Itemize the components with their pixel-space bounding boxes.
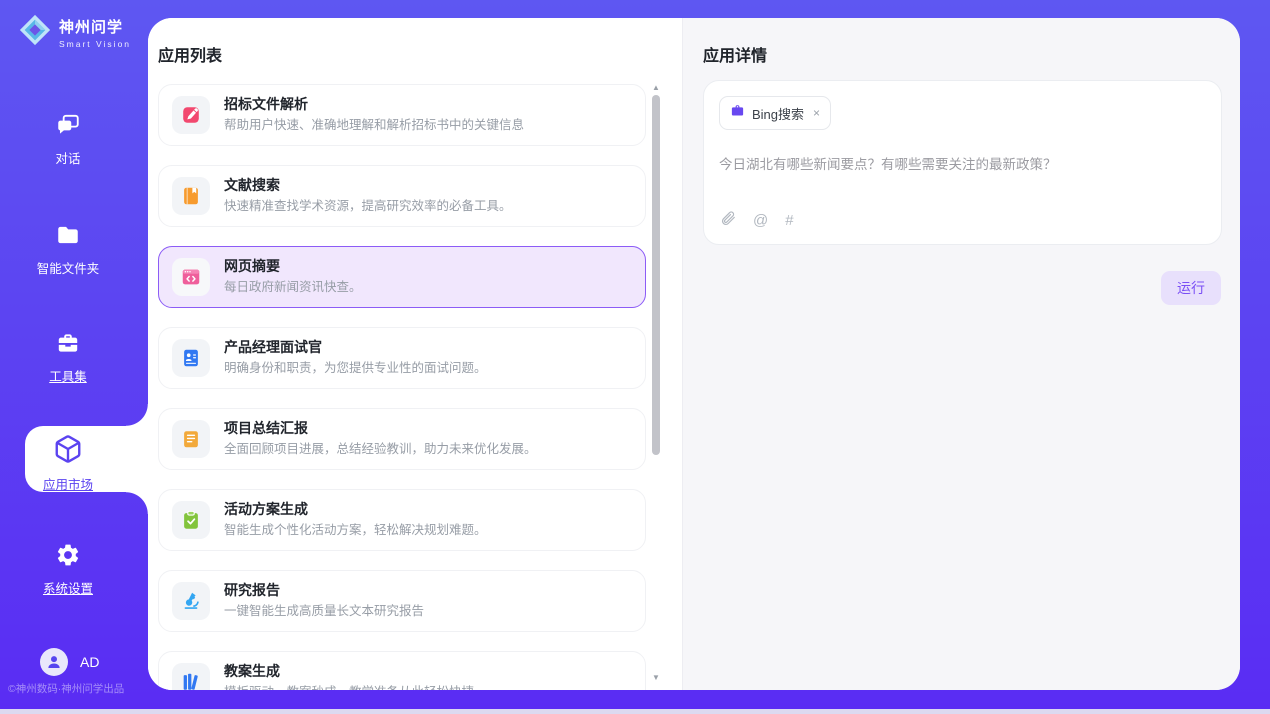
gem-diamond-logo-icon [18, 13, 52, 52]
app-card-title: 招标文件解析 [224, 96, 524, 114]
sidebar-item-chat[interactable]: 对话 [0, 112, 136, 167]
tool-chip-bing-search[interactable]: Bing搜索 × [719, 96, 831, 130]
briefcase-icon [730, 103, 745, 123]
copyright-footer: ©神州数码·神州问学出品 [8, 681, 124, 696]
resume-icon [172, 339, 210, 377]
cube-icon [53, 451, 83, 468]
app-card-desc: 快速精准查找学术资源，提高研究效率的必备工具。 [224, 199, 512, 215]
close-icon[interactable]: × [813, 106, 820, 120]
run-button[interactable]: 运行 [1161, 271, 1221, 305]
app-list-panel: 应用列表 招标文件解析 帮助用户快速、准确地理解和解析招标书中的关键信息 [148, 18, 683, 690]
sidebar-item-label: 应用市场 [0, 474, 136, 493]
app-card-list: 招标文件解析 帮助用户快速、准确地理解和解析招标书中的关键信息 文献搜索 快速精… [158, 84, 646, 690]
prompt-input-card[interactable]: Bing搜索 × 今日湖北有哪些新闻要点？有哪些需要关注的最新政策？ @ # [703, 80, 1222, 245]
logo-title: 神州问学 [59, 19, 123, 36]
app-card-desc: 每日政府新闻资讯快查。 [224, 280, 362, 296]
app-card-lesson-plan[interactable]: 教案生成 模板驱动，教案秒成，教学准备从此轻松快捷 [158, 651, 646, 690]
at-sign-icon[interactable]: @ [753, 213, 768, 228]
app-card-title: 项目总结汇报 [224, 420, 537, 438]
app-card-desc: 一键智能生成高质量长文本研究报告 [224, 604, 424, 620]
app-card-title: 网页摘要 [224, 258, 362, 276]
sidebar-item-app-market[interactable]: 应用市场 [0, 434, 136, 493]
clipboard-check-icon [172, 501, 210, 539]
content-frame: 应用列表 招标文件解析 帮助用户快速、准确地理解和解析招标书中的关键信息 [148, 18, 1240, 690]
user-name: AD [80, 654, 99, 670]
app-card-title: 产品经理面试官 [224, 339, 487, 357]
window-bottom-edge [0, 709, 1270, 714]
person-icon [45, 653, 63, 671]
app-card-desc: 全面回顾项目进展，总结经验教训，助力未来优化发展。 [224, 442, 537, 458]
app-detail-title: 应用详情 [703, 42, 767, 66]
app-detail-panel: 应用详情 Bing搜索 × 今日湖北有哪些新闻要点？有哪些需要关注的最新政策？ [683, 18, 1240, 690]
avatar [40, 648, 68, 676]
app-card-desc: 模板驱动，教案秒成，教学准备从此轻松快捷 [224, 685, 474, 690]
app-card-literature-search[interactable]: 文献搜索 快速精准查找学术资源，提高研究效率的必备工具。 [158, 165, 646, 227]
scrollbar-up-icon[interactable]: ▲ [650, 83, 662, 93]
scrollbar-thumb[interactable] [652, 95, 660, 455]
app-card-pm-interviewer[interactable]: 产品经理面试官 明确身份和职责，为您提供专业性的面试问题。 [158, 327, 646, 389]
note-report-icon [172, 420, 210, 458]
app-logo: 神州问学 Smart Vision [18, 13, 131, 52]
edit-document-icon [172, 96, 210, 134]
app-card-project-summary[interactable]: 项目总结汇报 全面回顾项目进展，总结经验教训，助力未来优化发展。 [158, 408, 646, 470]
app-card-tender-analysis[interactable]: 招标文件解析 帮助用户快速、准确地理解和解析招标书中的关键信息 [158, 84, 646, 146]
query-text-input[interactable]: 今日湖北有哪些新闻要点？有哪些需要关注的最新政策？ [719, 156, 1206, 175]
app-card-desc: 明确身份和职责，为您提供专业性的面试问题。 [224, 361, 487, 377]
sidebar-item-toolset[interactable]: 工具集 [0, 330, 136, 385]
books-icon [172, 663, 210, 690]
app-card-title: 教案生成 [224, 663, 474, 681]
sidebar-item-smart-folders[interactable]: 智能文件夹 [0, 222, 136, 277]
sidebar-item-label: 工具集 [0, 366, 136, 385]
user-account[interactable]: AD [40, 648, 99, 676]
attachment-toolbar: @ # [720, 210, 794, 231]
app-card-title: 研究报告 [224, 582, 424, 600]
tool-chip-label: Bing搜索 [752, 104, 804, 123]
logo-subtitle: Smart Vision [59, 39, 131, 49]
book-icon [172, 177, 210, 215]
toolbox-icon [55, 343, 81, 360]
sidebar-item-label: 系统设置 [0, 578, 136, 597]
app-list-title: 应用列表 [158, 42, 222, 66]
sidebar-item-settings[interactable]: 系统设置 [0, 542, 136, 597]
app-card-desc: 帮助用户快速、准确地理解和解析招标书中的关键信息 [224, 118, 524, 134]
app-card-event-plan[interactable]: 活动方案生成 智能生成个性化活动方案，轻松解决规划难题。 [158, 489, 646, 551]
app-card-title: 活动方案生成 [224, 501, 487, 519]
sidebar: 神州问学 Smart Vision 对话 智能文件夹 工具集 [0, 0, 148, 709]
list-scrollbar[interactable]: ▲ ▼ [650, 83, 662, 683]
scrollbar-down-icon[interactable]: ▼ [650, 673, 662, 683]
app-card-research-report[interactable]: 研究报告 一键智能生成高质量长文本研究报告 [158, 570, 646, 632]
hash-icon[interactable]: # [785, 213, 793, 228]
browser-code-icon [172, 258, 210, 296]
gear-icon [55, 555, 81, 572]
paperclip-icon[interactable] [720, 210, 736, 231]
app-card-title: 文献搜索 [224, 177, 512, 195]
app-card-desc: 智能生成个性化活动方案，轻松解决规划难题。 [224, 523, 487, 539]
microscope-icon [172, 582, 210, 620]
sidebar-item-label: 对话 [0, 148, 136, 167]
sidebar-item-label: 智能文件夹 [0, 258, 136, 277]
chat-icon [55, 125, 81, 142]
app-card-web-summary[interactable]: 网页摘要 每日政府新闻资讯快查。 [158, 246, 646, 308]
folder-icon [55, 235, 81, 252]
